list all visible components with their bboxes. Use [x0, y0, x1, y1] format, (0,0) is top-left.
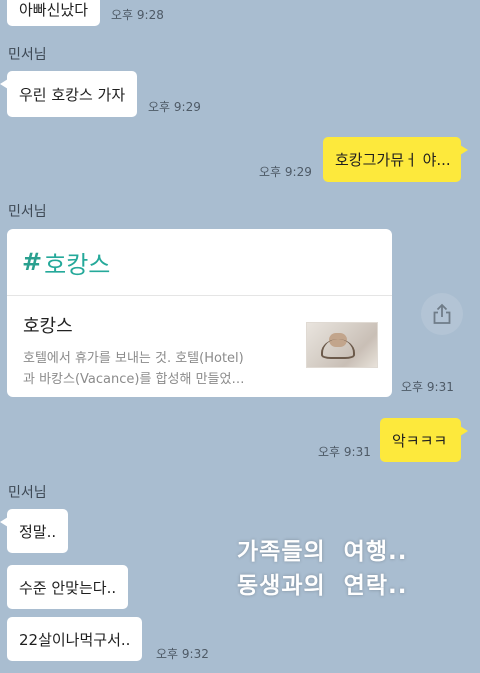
message-text: 수준 안맞는다.. [19, 578, 117, 597]
sender-name: 민서님 [8, 485, 47, 501]
card-description: 호텔에서 휴가를 보내는 것. 호텔(Hotel) 과 바캉스(Vacance)… [23, 348, 293, 390]
message-text: 정말.. [19, 522, 57, 541]
sender-name: 민서님 [8, 204, 47, 220]
message-text: 악ㅋㅋㅋ [392, 431, 448, 450]
message-text: 우린 호캉스 가자 [19, 85, 126, 104]
card-desc-line: 과 바캉스(Vacance)를 합성해 만들었… [23, 372, 245, 387]
message-bubble[interactable]: 22살이나먹구서.. [7, 617, 143, 661]
caption-overlay: 가족들의 여행.. 동생과의 연락.. [237, 535, 407, 603]
message-bubble[interactable]: 정말.. [0, 509, 69, 553]
message-text: 호캉그가뮤ㅓ 야... [335, 151, 451, 169]
card-body: 호캉스 호텔에서 휴가를 보내는 것. 호텔(Hotel) 과 바캉스(Vaca… [7, 296, 392, 390]
message-time: 오후 9:31 [318, 445, 371, 459]
card-desc-line: 호텔에서 휴가를 보내는 것. 호텔(Hotel) [23, 351, 244, 366]
message-bubble[interactable]: 우린 호캉스 가자 [0, 71, 138, 117]
hashtag-symbol: # [22, 248, 43, 276]
caption-line: 가족들의 여행.. [237, 539, 408, 565]
message-time: 오후 9:32 [156, 647, 209, 661]
message-bubble-outgoing[interactable]: 호캉그가뮤ㅓ 야... [323, 137, 468, 182]
message-text: 아빠신났다 [19, 0, 89, 19]
message-time: 오후 9:29 [259, 165, 312, 179]
message-bubble-outgoing[interactable]: 악ㅋㅋㅋ [380, 418, 468, 462]
link-preview-card[interactable]: # 호캉스 호캉스 호텔에서 휴가를 보내는 것. 호텔(Hotel) 과 바캉… [7, 229, 392, 397]
sender-name: 민서님 [8, 47, 47, 63]
card-thumbnail-image [306, 322, 378, 368]
share-button[interactable] [421, 293, 463, 335]
message-time: 오후 9:31 [401, 380, 454, 394]
card-header: # 호캉스 [7, 229, 392, 296]
share-icon [433, 303, 451, 324]
card-header-text: 호캉스 [44, 250, 111, 279]
message-time: 오후 9:29 [148, 100, 201, 114]
message-bubble[interactable]: 수준 안맞는다.. [7, 565, 129, 609]
thumbnail-chair [321, 339, 355, 359]
message-text: 22살이나먹구서.. [19, 630, 131, 649]
message-time: 오후 9:28 [111, 8, 164, 22]
message-bubble[interactable]: 아빠신났다 [7, 0, 101, 26]
caption-line: 동생과의 연락.. [237, 573, 408, 599]
